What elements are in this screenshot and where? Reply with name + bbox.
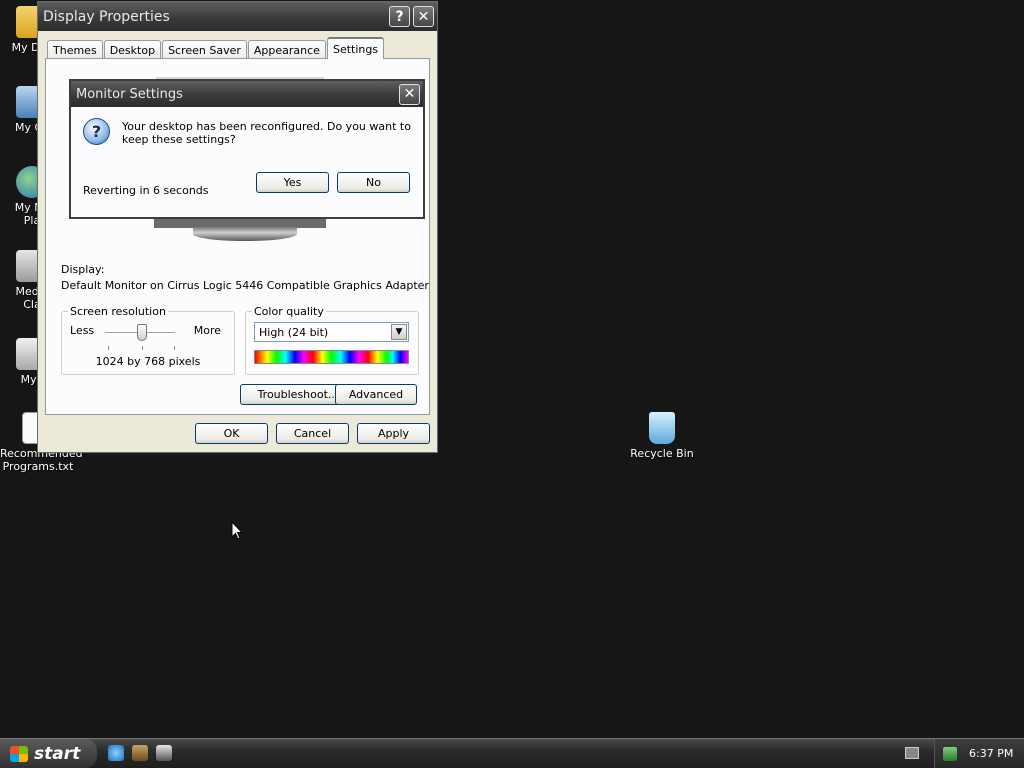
color-quality-select[interactable]: High (24 bit) ▼	[254, 322, 409, 342]
mouse-cursor-icon	[231, 521, 243, 540]
keyboard-icon[interactable]	[905, 747, 919, 759]
system-tray: 6:37 PM	[934, 739, 1024, 768]
desktop-icon-recycle-bin[interactable]: Recycle Bin	[624, 412, 700, 460]
window-titlebar[interactable]: Display Properties ? ✕	[38, 2, 437, 31]
no-button[interactable]: No	[337, 172, 410, 193]
tab-strip: Themes Desktop Screen Saver Appearance S…	[47, 37, 385, 59]
resolution-more-label: More	[193, 324, 221, 337]
start-label: start	[34, 743, 81, 764]
tab-themes[interactable]: Themes	[47, 40, 103, 59]
color-quality-group: Color quality High (24 bit) ▼	[245, 305, 419, 375]
display-properties-window: Display Properties ? ✕ Themes Desktop Sc…	[37, 1, 438, 453]
color-quality-legend: Color quality	[252, 305, 326, 318]
tab-settings[interactable]: Settings	[326, 37, 385, 59]
dialog-title: Monitor Settings	[76, 86, 183, 102]
tab-desktop[interactable]: Desktop	[103, 40, 162, 59]
screen-resolution-group: Screen resolution Less More 1024 by 768 …	[61, 305, 235, 375]
tab-appearance[interactable]: Appearance	[247, 40, 326, 59]
help-button[interactable]: ?	[389, 6, 410, 27]
dialog-message: Your desktop has been reconfigured. Do y…	[122, 120, 411, 146]
media-player-icon[interactable]	[132, 745, 148, 761]
recycle-bin-icon	[649, 412, 675, 444]
desktop-icon-label-line2: Programs.txt	[2, 460, 74, 473]
window-title: Display Properties	[43, 8, 170, 25]
close-button[interactable]: ✕	[413, 6, 434, 27]
slider-tick	[142, 346, 143, 350]
desktop-icon-label: Recycle Bin	[630, 447, 694, 460]
slider-tick	[174, 346, 175, 350]
advanced-button[interactable]: Advanced	[335, 384, 417, 405]
resolution-slider-thumb[interactable]	[137, 324, 147, 341]
ok-button[interactable]: OK	[195, 423, 268, 444]
resolution-less-label: Less	[70, 324, 95, 337]
taskbar: start 6:37 PM	[0, 738, 1024, 768]
dialog-close-button[interactable]: ✕	[399, 83, 420, 105]
yes-button[interactable]: Yes	[256, 172, 329, 193]
clock[interactable]: 6:37 PM	[969, 747, 1013, 760]
chevron-down-icon[interactable]: ▼	[391, 324, 407, 340]
internet-explorer-icon[interactable]	[108, 745, 124, 761]
cancel-button[interactable]: Cancel	[276, 423, 349, 444]
dialog-titlebar[interactable]: Monitor Settings ✕	[71, 81, 423, 107]
apply-button[interactable]: Apply	[357, 423, 430, 444]
start-button[interactable]: start	[0, 739, 97, 768]
network-status-icon[interactable]	[943, 746, 957, 761]
monitor-settings-dialog: Monitor Settings ✕ ? Your desktop has be…	[69, 79, 425, 219]
tab-screen-saver[interactable]: Screen Saver	[162, 40, 247, 59]
display-adapter-text: Default Monitor on Cirrus Logic 5446 Com…	[61, 279, 429, 292]
movie-maker-icon[interactable]	[156, 745, 172, 761]
color-spectrum-bar	[254, 350, 409, 364]
display-label: Display:	[61, 263, 105, 276]
revert-countdown: Reverting in 6 seconds	[83, 184, 209, 197]
question-icon: ?	[83, 118, 110, 145]
monitor-base-icon	[193, 227, 297, 241]
color-quality-value: High (24 bit)	[259, 325, 329, 339]
screen-resolution-legend: Screen resolution	[68, 305, 168, 318]
windows-logo-icon	[10, 745, 28, 762]
resolution-value: 1024 by 768 pixels	[95, 355, 201, 368]
slider-tick	[108, 346, 109, 350]
